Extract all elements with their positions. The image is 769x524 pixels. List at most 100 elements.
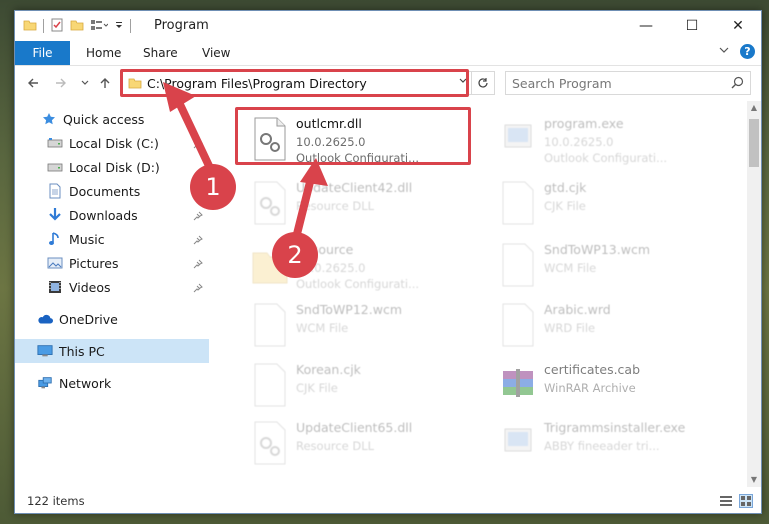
file-type: CJK File bbox=[296, 381, 338, 395]
tiles-view-icon[interactable] bbox=[739, 494, 753, 511]
file-version: 10.0.2625.0 bbox=[544, 135, 614, 149]
file-name: program.exe bbox=[544, 116, 624, 131]
sidebar-item-quick-access[interactable]: Quick access bbox=[15, 107, 209, 131]
properties-icon[interactable] bbox=[50, 18, 64, 35]
quick-access-toolbar bbox=[23, 17, 131, 35]
help-icon[interactable]: ? bbox=[740, 44, 755, 59]
file-tile-updateclient65[interactable]: UpdateClient65.dll Resource DLL bbox=[241, 415, 491, 471]
file-type: Resource DLL bbox=[296, 439, 375, 453]
step-2-callout: 2 bbox=[272, 232, 318, 278]
sidebar-item-downloads[interactable]: Downloads bbox=[15, 203, 209, 227]
file-type: WRD File bbox=[544, 321, 596, 335]
sidebar-item-pictures[interactable]: Pictures bbox=[15, 251, 209, 275]
sidebar-item-label: Network bbox=[59, 375, 112, 391]
search-icon[interactable] bbox=[731, 76, 744, 92]
search-box[interactable] bbox=[505, 71, 751, 95]
pictures-icon bbox=[47, 255, 63, 271]
window-title: Program bbox=[154, 18, 209, 33]
refresh-icon bbox=[478, 78, 488, 88]
pin-icon[interactable] bbox=[193, 209, 203, 224]
videos-icon bbox=[47, 279, 63, 295]
expand-ribbon-icon[interactable] bbox=[718, 44, 730, 59]
cloud-icon bbox=[37, 311, 53, 327]
documents-icon bbox=[47, 183, 63, 199]
scroll-down-icon[interactable]: ▼ bbox=[747, 473, 761, 487]
view-options-icon[interactable] bbox=[90, 18, 109, 35]
details-view-icon[interactable] bbox=[719, 494, 733, 511]
navigation-pane: Quick access Local Disk (C:) Local Disk … bbox=[15, 101, 209, 487]
sidebar-item-label: Local Disk (C:) bbox=[69, 135, 159, 151]
pin-icon[interactable] bbox=[193, 233, 203, 248]
navigation-bar: C:\Program Files\Program Directory bbox=[15, 67, 761, 99]
file-tile-korean[interactable]: Korean.cjk CJK File bbox=[241, 357, 491, 413]
sidebar-item-local-disk-d[interactable]: Local Disk (D:) bbox=[15, 155, 209, 179]
vertical-scrollbar[interactable]: ▲ ▼ bbox=[747, 101, 761, 487]
back-button[interactable] bbox=[23, 73, 43, 93]
scroll-up-icon[interactable]: ▲ bbox=[747, 101, 761, 115]
file-tile-program-exe[interactable]: program.exe 10.0.2625.0 Outlook Configur… bbox=[489, 111, 739, 167]
minimize-button[interactable]: — bbox=[623, 11, 669, 41]
file-type: CJK File bbox=[544, 199, 586, 213]
search-input[interactable] bbox=[512, 74, 722, 92]
sidebar-item-onedrive[interactable]: OneDrive bbox=[15, 307, 209, 331]
file-type: WCM File bbox=[544, 261, 597, 275]
exe-file-icon bbox=[499, 117, 537, 161]
sidebar-item-videos[interactable]: Videos bbox=[15, 275, 209, 299]
file-tile-sndtowp12[interactable]: SndToWP12.wcm WCM File bbox=[241, 297, 491, 353]
up-button[interactable] bbox=[95, 73, 115, 93]
pin-icon[interactable] bbox=[193, 281, 203, 296]
sidebar-item-network[interactable]: Network bbox=[15, 371, 209, 395]
sidebar-item-label: Quick access bbox=[63, 111, 145, 127]
customize-toolbar-icon[interactable] bbox=[114, 18, 124, 35]
step-1-callout: 1 bbox=[190, 164, 236, 210]
file-version: 10.0.2625.0 bbox=[296, 261, 366, 275]
tab-share[interactable]: Share bbox=[143, 41, 178, 65]
tab-home[interactable]: Home bbox=[86, 41, 121, 65]
explorer-window: Program — ☐ ✕ File Home Share View ? C:\… bbox=[14, 10, 762, 514]
sidebar-item-this-pc[interactable]: This PC bbox=[15, 339, 209, 363]
star-icon bbox=[41, 111, 57, 127]
file-type: Resource DLL bbox=[296, 199, 375, 213]
refresh-button[interactable] bbox=[471, 72, 494, 94]
sidebar-item-label: Downloads bbox=[69, 207, 138, 223]
forward-button[interactable] bbox=[51, 73, 71, 93]
drive-icon bbox=[47, 159, 63, 175]
file-name: gtd.cjk bbox=[544, 180, 587, 195]
scroll-thumb[interactable] bbox=[749, 119, 759, 167]
file-icon bbox=[499, 181, 537, 225]
file-tile-arabic[interactable]: Arabic.wrd WRD File bbox=[489, 297, 739, 353]
tab-view[interactable]: View bbox=[202, 41, 230, 65]
file-icon bbox=[499, 243, 537, 287]
status-bar: 122 items bbox=[15, 489, 761, 513]
file-tile-updateclient42[interactable]: UpdateClient42.dll Resource DLL bbox=[241, 175, 491, 231]
file-name: UpdateClient65.dll bbox=[296, 420, 413, 435]
ribbon-right-controls: ? bbox=[718, 44, 755, 59]
toolbar-separator bbox=[130, 19, 131, 33]
sidebar-item-label: Documents bbox=[69, 183, 141, 199]
sidebar-item-label: Local Disk (D:) bbox=[69, 159, 160, 175]
recent-locations-button[interactable] bbox=[75, 73, 95, 93]
arrow-up-icon bbox=[100, 78, 110, 88]
sidebar-item-documents[interactable]: Documents bbox=[15, 179, 209, 203]
sidebar-item-music[interactable]: Music bbox=[15, 227, 209, 251]
folder-icon[interactable] bbox=[23, 18, 37, 35]
file-icon bbox=[251, 363, 289, 407]
pin-icon[interactable] bbox=[193, 257, 203, 272]
network-icon bbox=[37, 375, 53, 391]
file-tile-trigrammsinstaller[interactable]: Trigrammsinstaller.exe ABBY fineeader tr… bbox=[489, 415, 739, 471]
new-folder-icon[interactable] bbox=[70, 18, 84, 35]
file-type: ABBY fineeader tri... bbox=[544, 439, 660, 453]
file-name: SndToWP13.wcm bbox=[544, 242, 650, 257]
file-tile-sndtowp13[interactable]: SndToWP13.wcm WCM File bbox=[489, 237, 739, 293]
toolbar-separator bbox=[43, 19, 44, 33]
file-tile-certificates[interactable]: certificates.cab WinRAR Archive bbox=[489, 357, 739, 413]
file-tile-gtd[interactable]: gtd.cjk CJK File bbox=[489, 175, 739, 231]
pin-icon[interactable] bbox=[193, 137, 203, 152]
arrow-right-icon bbox=[56, 78, 66, 88]
tab-file[interactable]: File bbox=[15, 41, 70, 65]
exe-file-icon bbox=[499, 421, 537, 465]
maximize-button[interactable]: ☐ bbox=[669, 11, 715, 41]
close-button[interactable]: ✕ bbox=[715, 11, 761, 41]
file-icon bbox=[499, 303, 537, 347]
sidebar-item-local-disk-c[interactable]: Local Disk (C:) bbox=[15, 131, 209, 155]
